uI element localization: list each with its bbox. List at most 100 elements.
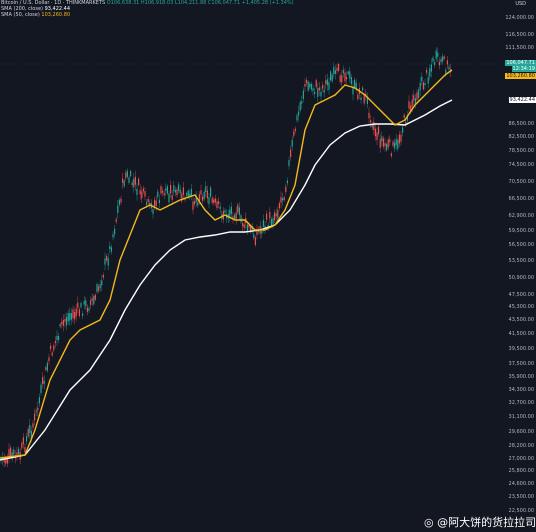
candle-body bbox=[112, 234, 114, 238]
candle-body bbox=[318, 87, 320, 91]
candle-body bbox=[130, 170, 132, 177]
candle-body bbox=[218, 201, 220, 204]
candles-group bbox=[0, 47, 452, 468]
price-axis[interactable]: USD 124,000.00116,500.00111,500.00104,50… bbox=[505, 0, 536, 528]
candle-body bbox=[437, 52, 439, 57]
candle-body bbox=[342, 69, 344, 74]
candle-body bbox=[16, 452, 18, 455]
candle-body bbox=[400, 134, 402, 142]
candle-body bbox=[394, 142, 396, 149]
candle-body bbox=[326, 79, 328, 86]
price-tick-label: 74,500.00 bbox=[508, 162, 534, 168]
candle-body bbox=[411, 99, 413, 107]
candle-body bbox=[347, 71, 349, 75]
candle-body bbox=[341, 75, 343, 83]
candle-body bbox=[310, 83, 312, 90]
candle-body bbox=[162, 190, 164, 193]
candle-body bbox=[328, 82, 330, 90]
candle-body bbox=[128, 177, 130, 183]
candle-body bbox=[370, 120, 372, 123]
candle-body bbox=[314, 91, 316, 94]
candle-body bbox=[171, 195, 173, 200]
candle-body bbox=[438, 61, 440, 66]
candle-body bbox=[101, 280, 103, 286]
candle-body bbox=[363, 94, 365, 104]
price-tick-label: 32,700.00 bbox=[508, 400, 534, 406]
candle-body bbox=[38, 397, 40, 404]
candle-body bbox=[29, 424, 31, 433]
candle-body bbox=[224, 210, 226, 213]
candle-body bbox=[21, 443, 23, 449]
candle-body bbox=[368, 112, 370, 119]
candle-body bbox=[320, 91, 322, 97]
candle-body bbox=[109, 246, 111, 249]
candle-body bbox=[123, 180, 125, 187]
sma50-tag: 103,260.80 bbox=[505, 73, 536, 79]
candle-body bbox=[114, 228, 116, 235]
price-tick-label: 45,300.00 bbox=[508, 304, 534, 310]
candle-body bbox=[56, 335, 58, 341]
candle-body bbox=[166, 186, 168, 194]
candle-body bbox=[339, 75, 341, 82]
candle-body bbox=[34, 413, 36, 421]
candle-body bbox=[152, 209, 154, 214]
price-tick-label: 70,500.00 bbox=[508, 179, 534, 185]
candle-body bbox=[293, 131, 295, 136]
countdown-tag: 12:34:19 bbox=[511, 66, 536, 72]
candle-body bbox=[186, 193, 188, 196]
candle-body bbox=[77, 302, 79, 308]
candle-body bbox=[133, 178, 135, 188]
candle-body bbox=[376, 132, 378, 140]
candle-body bbox=[243, 224, 245, 228]
candle-body bbox=[96, 284, 98, 293]
candle-body bbox=[389, 139, 391, 143]
candle-body bbox=[85, 300, 87, 307]
candle-body bbox=[432, 57, 434, 62]
candle-body bbox=[82, 313, 84, 316]
candle-body bbox=[211, 198, 213, 203]
chart-area[interactable]: Bitcoin / U.S. Dollar · 1D · THINKMARKET… bbox=[0, 0, 506, 528]
candle-body bbox=[434, 62, 436, 65]
candle-body bbox=[22, 437, 24, 445]
candle-body bbox=[392, 141, 394, 146]
candle-body bbox=[387, 139, 389, 148]
candle-body bbox=[157, 191, 159, 197]
candle-body bbox=[333, 66, 335, 75]
candle-body bbox=[147, 199, 149, 203]
candle-body bbox=[302, 90, 304, 99]
candle-body bbox=[43, 380, 45, 385]
price-tick-label: 24,600.00 bbox=[508, 481, 534, 487]
candle-body bbox=[246, 224, 248, 232]
candle-body bbox=[139, 190, 141, 195]
candle-body bbox=[120, 198, 122, 203]
price-tick-label: 39,500.00 bbox=[508, 346, 534, 352]
price-tick-label: 43,500.00 bbox=[508, 317, 534, 323]
candle-body bbox=[286, 180, 288, 184]
price-tick-label: 41,500.00 bbox=[508, 331, 534, 337]
candle-body bbox=[187, 190, 189, 198]
candle-body bbox=[373, 121, 375, 131]
candle-body bbox=[58, 336, 60, 340]
price-chart[interactable] bbox=[0, 0, 506, 528]
candle-body bbox=[117, 205, 119, 213]
candle-body bbox=[253, 234, 255, 238]
candle-body bbox=[298, 111, 300, 116]
candle-body bbox=[384, 143, 386, 147]
candle-body bbox=[99, 284, 101, 288]
price-tick-label: 25,800.00 bbox=[508, 468, 534, 474]
candle-body bbox=[315, 80, 317, 88]
candle-body bbox=[163, 193, 165, 196]
candle-body bbox=[285, 186, 287, 192]
sma50-legend[interactable]: SMA (50, close) 103,260.80 bbox=[1, 12, 70, 19]
candle-body bbox=[83, 300, 85, 305]
candle-body bbox=[346, 76, 348, 80]
candle-body bbox=[357, 94, 359, 100]
candle-body bbox=[294, 128, 296, 131]
candle-body bbox=[62, 319, 64, 326]
candle-body bbox=[26, 436, 28, 442]
currency-label[interactable]: USD bbox=[515, 1, 526, 7]
price-tick-label: 23,500.00 bbox=[508, 494, 534, 500]
candle-body bbox=[430, 64, 432, 72]
candle-body bbox=[338, 63, 340, 71]
candle-body bbox=[190, 188, 192, 196]
